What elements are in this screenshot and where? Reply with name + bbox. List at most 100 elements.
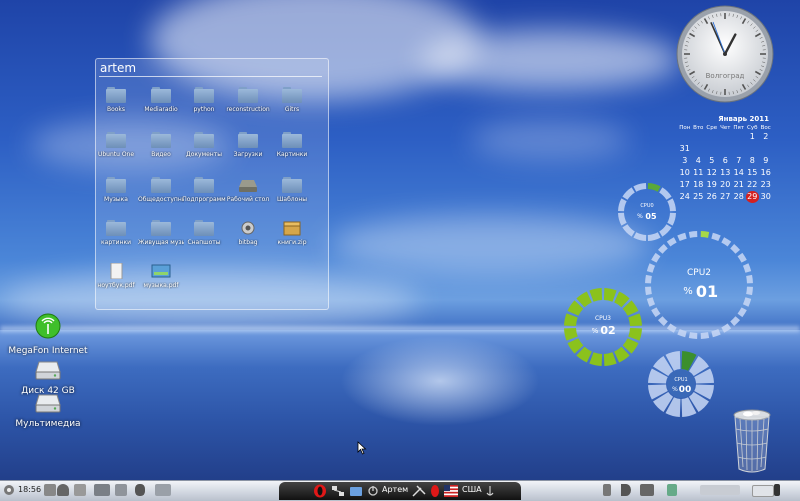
calendar-day[interactable]: 26	[705, 191, 719, 203]
folder-view-item[interactable]: reconstruction	[225, 87, 271, 113]
analog-clock-widget[interactable]: Волгоград	[675, 4, 775, 104]
calendar-day[interactable]: 18	[692, 179, 706, 191]
cpu2-gauge[interactable]: CPU2 % 01	[643, 229, 755, 341]
battery-icon[interactable]	[603, 484, 611, 496]
folder-view-item[interactable]: python	[181, 87, 227, 113]
keyboard-indicator[interactable]	[752, 485, 774, 497]
calendar-day[interactable]: 11	[692, 167, 706, 179]
calendar-day[interactable]: 3	[678, 155, 692, 167]
calendar-widget[interactable]: Январь 2011 ПонВтоСреЧетПятСубВос 123134…	[678, 115, 773, 203]
calendar-day[interactable]: 28	[732, 191, 746, 203]
folder-view-item[interactable]: Gitrs	[269, 87, 315, 113]
calendar-day[interactable]: 1	[746, 131, 760, 143]
calendar-day[interactable]: 7	[732, 155, 746, 167]
folder-view-item[interactable]: Ubuntu One	[93, 132, 139, 158]
folder-view-item[interactable]: Books	[93, 87, 139, 113]
cpu-gauge-segment	[573, 341, 579, 350]
media-player-icon[interactable]	[135, 484, 145, 496]
taskbar-clock[interactable]: 18:56	[18, 485, 41, 494]
calendar-day[interactable]: 4	[692, 155, 706, 167]
dock-user-label[interactable]: Артем	[382, 485, 408, 494]
calendar-day[interactable]: 19	[705, 179, 719, 191]
folder-icon	[238, 87, 258, 103]
messaging-icon[interactable]	[667, 484, 677, 496]
folder-view-item[interactable]: Подпрограмм	[181, 177, 227, 203]
calendar-day[interactable]: 24	[678, 191, 692, 203]
dock-locale-label[interactable]: США	[462, 485, 482, 494]
calendar-day[interactable]: 13	[719, 167, 733, 179]
folder-view-item-label: Подпрограмм	[181, 196, 227, 203]
calendar-day[interactable]: 5	[705, 155, 719, 167]
trash-icon[interactable]	[732, 405, 772, 475]
folder-view-item[interactable]: книги.zip	[269, 220, 315, 246]
calendar-day[interactable]: 12	[705, 167, 719, 179]
network-icon[interactable]	[57, 484, 69, 496]
app-menu-icon[interactable]	[3, 484, 15, 496]
power-user-icon[interactable]	[367, 485, 379, 497]
calendar-day[interactable]: 17	[678, 179, 692, 191]
folder-view-item[interactable]: Рабочий стол	[225, 177, 271, 203]
cpu3-gauge[interactable]: CPU3 % 02	[563, 287, 643, 367]
calendar-day[interactable]: 14	[732, 167, 746, 179]
calendar-day[interactable]: 8	[746, 155, 760, 167]
folder-icon	[106, 177, 126, 193]
cpu-gauge-segment	[661, 190, 669, 198]
folder-view-item[interactable]: bitbag	[225, 220, 271, 246]
tools-icon[interactable]	[411, 484, 427, 498]
calendar-day[interactable]: 31	[678, 143, 692, 155]
opera-icon[interactable]	[313, 484, 327, 498]
folder-view-item[interactable]: Видео	[138, 132, 184, 158]
network-indicator-icon[interactable]	[640, 484, 654, 496]
folder-view-item[interactable]: Загрузки	[225, 132, 271, 158]
folder-view-item[interactable]: Mediaradio	[138, 87, 184, 113]
folder-view-item[interactable]: Живущая музыка	[138, 220, 184, 246]
folder-view-item-label: Ubuntu One	[93, 151, 139, 158]
folder-view-item[interactable]: Общедоступные	[138, 177, 184, 203]
folder-icon	[194, 132, 214, 148]
mail-icon[interactable]	[94, 484, 110, 496]
folder-view-item[interactable]: Музыка	[93, 177, 139, 203]
terminal-icon[interactable]	[74, 484, 86, 496]
calendar-day[interactable]: 23	[759, 179, 773, 191]
folder-view-widget[interactable]: artem BooksMediaradiopythonreconstructio…	[95, 58, 329, 310]
folder-view-item[interactable]: Картинки	[269, 132, 315, 158]
network-share-icon[interactable]	[331, 485, 345, 497]
calendar-day[interactable]: 20	[719, 179, 733, 191]
calendar-day[interactable]: 9	[759, 155, 773, 167]
disk-42gb-icon[interactable]: Диск 42 GB	[8, 360, 88, 396]
dock: Артем США	[279, 482, 521, 500]
calendar-day[interactable]: 22	[746, 179, 760, 191]
calendar-day[interactable]: 27	[719, 191, 733, 203]
folder-view-item[interactable]: Документы	[181, 132, 227, 158]
folder-view-item[interactable]: Снапшоты	[181, 220, 227, 246]
volume-icon[interactable]	[621, 484, 631, 496]
calendar-day[interactable]: 6	[719, 155, 733, 167]
calendar-day[interactable]: 2	[759, 131, 773, 143]
cpu-gauge-segment	[712, 236, 719, 239]
calendar-day[interactable]: 30	[759, 191, 773, 203]
anchor-icon[interactable]	[485, 485, 495, 497]
show-desktop-icon[interactable]	[44, 484, 56, 496]
files-icon[interactable]	[155, 484, 171, 496]
megafon-internet-icon[interactable]: MegaFon Internet	[8, 312, 88, 356]
calendar-day[interactable]: 15	[746, 167, 760, 179]
multimedia-drive-icon[interactable]: Мультимедиа	[8, 393, 88, 429]
home-folder-icon[interactable]	[115, 484, 127, 496]
calendar-day[interactable]: 25	[692, 191, 706, 203]
calendar-day	[705, 143, 719, 155]
cpu1-gauge[interactable]: CPU1 % 00	[647, 350, 715, 418]
calendar-day[interactable]: 16	[759, 167, 773, 179]
folder-view-item-label: Видео	[138, 151, 184, 158]
folder-view-item[interactable]: Шаблоны	[269, 177, 315, 203]
calendar-day[interactable]: 10	[678, 167, 692, 179]
calendar-day[interactable]: 21	[732, 179, 746, 191]
folder-view-item[interactable]: ноутбук.pdf	[93, 263, 139, 289]
calendar-day[interactable]: 29	[746, 191, 760, 203]
folder-view-item[interactable]: музыка.pdf	[138, 263, 184, 289]
folder-view-item[interactable]: картинки	[93, 220, 139, 246]
file-manager-icon[interactable]	[349, 485, 363, 497]
workspace-switcher[interactable]	[700, 485, 740, 495]
power-icon[interactable]	[774, 484, 780, 496]
opera-mini-icon[interactable]	[430, 484, 440, 498]
cpu-gauge-segment	[621, 200, 624, 211]
